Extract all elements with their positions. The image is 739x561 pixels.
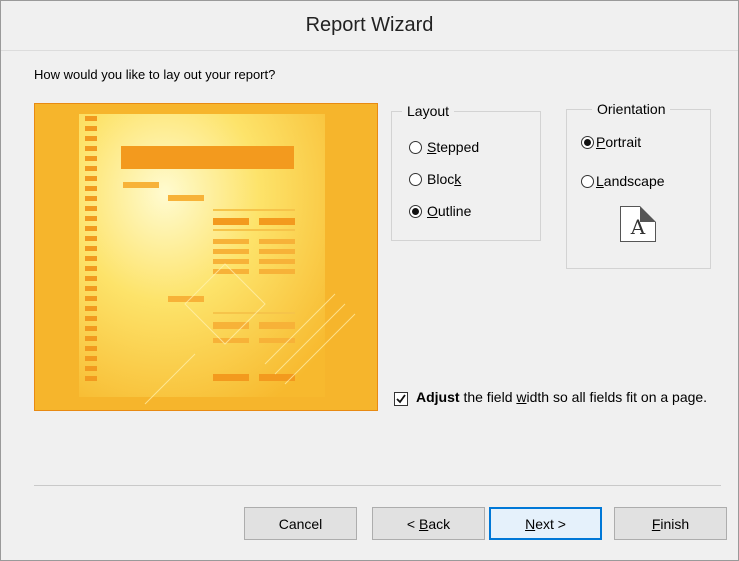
next-button-label: Next > bbox=[525, 515, 566, 532]
radio-landscape[interactable]: Landscape bbox=[581, 173, 665, 189]
orientation-group-title: Orientation bbox=[592, 101, 671, 117]
radio-outline[interactable]: Outline bbox=[409, 203, 471, 219]
back-button-label: < Back bbox=[406, 515, 451, 532]
cancel-button-label: Cancel bbox=[278, 515, 323, 532]
radio-label-outline: Outline bbox=[427, 203, 472, 219]
radio-label-landscape: Landscape bbox=[596, 173, 665, 189]
finish-button-label: Finish bbox=[651, 515, 690, 532]
adjust-field-width-label: Adjust the field width so all fields fit… bbox=[416, 389, 708, 405]
radio-block[interactable]: Block bbox=[409, 171, 461, 187]
page-letter: A bbox=[630, 215, 646, 239]
radio-button-stepped[interactable] bbox=[409, 140, 422, 154]
adjust-field-width-checkbox[interactable] bbox=[394, 392, 408, 406]
orientation-groupbox: Orientation Portrait Landscape A bbox=[566, 101, 711, 269]
cancel-button[interactable]: Cancel bbox=[244, 507, 357, 540]
checkmark-icon bbox=[396, 394, 406, 404]
back-button[interactable]: < Back bbox=[372, 507, 485, 540]
layout-group-title: Layout bbox=[402, 103, 455, 119]
radio-button-landscape[interactable] bbox=[581, 174, 594, 188]
portrait-page-icon: A bbox=[620, 206, 656, 242]
radio-label-block: Block bbox=[427, 171, 462, 187]
layout-question: How would you like to lay out your repor… bbox=[34, 67, 276, 82]
radio-stepped[interactable]: Stepped bbox=[409, 139, 479, 155]
wizard-content: How would you like to lay out your repor… bbox=[1, 51, 738, 560]
report-wizard-window: Report Wizard How would you like to lay … bbox=[0, 0, 739, 561]
radio-button-portrait[interactable] bbox=[581, 135, 594, 149]
window-title: Report Wizard bbox=[305, 14, 434, 36]
next-button[interactable]: Next > bbox=[489, 507, 602, 540]
layout-groupbox: Layout Stepped Block Outline bbox=[391, 103, 541, 241]
radio-button-outline[interactable] bbox=[409, 204, 422, 218]
layout-preview-image bbox=[34, 103, 378, 411]
radio-label-stepped: Stepped bbox=[427, 139, 480, 155]
layout-preview-graphic bbox=[35, 104, 377, 410]
finish-button[interactable]: Finish bbox=[614, 507, 727, 540]
radio-portrait[interactable]: Portrait bbox=[581, 134, 641, 150]
button-separator bbox=[34, 485, 721, 486]
title-bar: Report Wizard bbox=[1, 1, 738, 51]
radio-label-portrait: Portrait bbox=[596, 134, 642, 150]
radio-button-block[interactable] bbox=[409, 172, 422, 186]
